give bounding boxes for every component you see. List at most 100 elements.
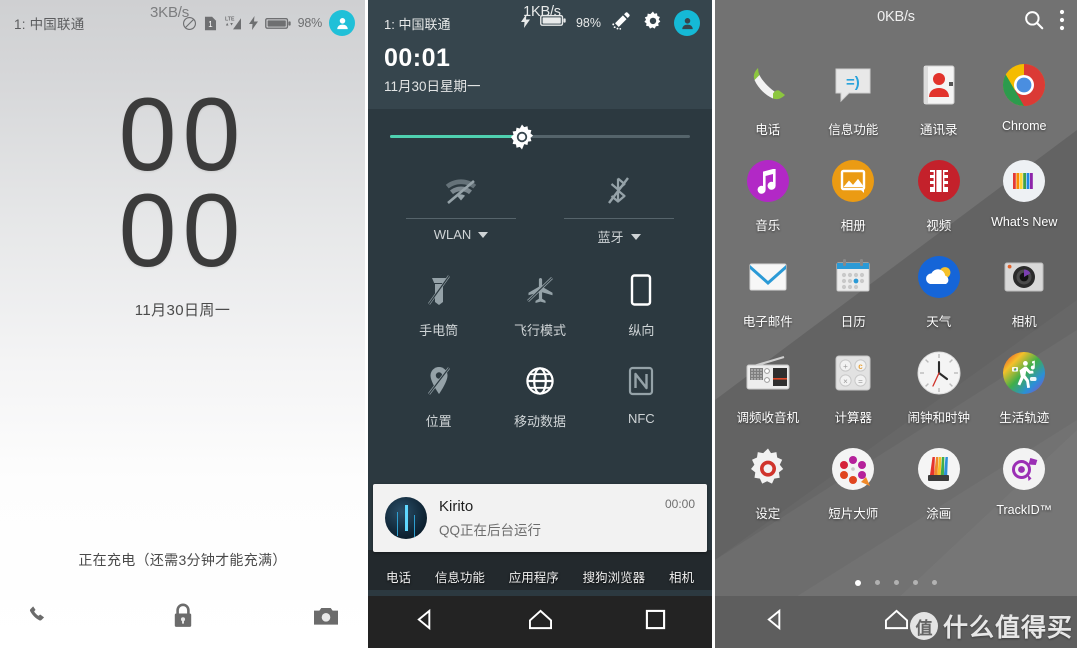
page-dot[interactable] [894, 580, 899, 585]
sketch-icon [896, 442, 982, 496]
toggle-divider [564, 218, 674, 219]
kirito-avatar [385, 497, 427, 539]
notification-card[interactable]: Kirito QQ正在后台运行 00:00 [373, 484, 707, 552]
app-icon-clock[interactable]: 闹钟和时钟 [896, 346, 982, 426]
app-icon-contacts[interactable]: 通讯录 [896, 58, 982, 138]
qs-tile-grid: 手电筒 飞行模式 纵向 位置 移动数据 NFC [382, 270, 698, 430]
qs-toggle-bluetooth[interactable]: 蓝牙 [540, 164, 698, 246]
chevron-down-icon[interactable] [630, 233, 641, 240]
user-avatar-icon[interactable] [329, 10, 355, 36]
battery-percent-label: 98% [297, 16, 323, 30]
contacts-icon [896, 58, 982, 112]
quick-settings-panel: 1: 中国联通 1KB/s 98% 00:01 11月30日星期一 WLAN 蓝… [365, 0, 715, 648]
app-label: 信息功能 [828, 123, 879, 137]
status-icon-group: 1 LTE ▲▼ 98% [182, 10, 355, 36]
notification-subtitle: QQ正在后台运行 [439, 522, 542, 538]
lte-signal-icon: LTE ▲▼ [224, 15, 242, 31]
app-icon-lifelog[interactable]: 生活轨迹 [982, 346, 1068, 426]
home-icon[interactable] [528, 608, 553, 636]
user-avatar-icon[interactable] [674, 10, 700, 36]
gear-icon[interactable] [642, 10, 664, 37]
app-icon-sketch[interactable]: 涂画 [896, 442, 982, 522]
app-label: 日历 [840, 315, 866, 329]
qs-tile-flashlight-label: 手电筒 [419, 323, 459, 338]
recents-icon[interactable] [645, 609, 666, 635]
app-icon-phone[interactable]: 电话 [725, 58, 811, 138]
qs-tile-nfc[interactable]: NFC [591, 361, 692, 430]
dock-item-label[interactable]: 相机 [669, 567, 694, 586]
sim1-icon: 1 [204, 16, 217, 31]
app-icon-trackid[interactable]: TrackID™ [982, 442, 1068, 522]
back-icon[interactable] [414, 608, 437, 636]
qs-date-label: 11月30日星期一 [384, 79, 481, 94]
home-icon[interactable] [884, 608, 909, 636]
chevron-down-icon[interactable] [478, 231, 489, 238]
qs-tile-location[interactable]: 位置 [388, 361, 489, 430]
page-dot[interactable] [932, 580, 937, 585]
pencil-edit-icon[interactable] [611, 10, 632, 36]
app-icon-messaging[interactable]: =) 信息功能 [811, 58, 897, 138]
portrait-icon [591, 270, 692, 310]
app-icon-album[interactable]: 相册 [811, 154, 897, 234]
page-dot[interactable] [913, 580, 918, 585]
app-icon-chrome[interactable]: Chrome [982, 58, 1068, 138]
airplane-off-icon [489, 270, 590, 310]
dock-item-label[interactable]: 电话 [386, 567, 411, 586]
trackid-icon [982, 442, 1068, 496]
weather-icon [896, 250, 982, 304]
calendar-icon [811, 250, 897, 304]
svg-text:×: × [843, 377, 848, 386]
qs-tile-airplane[interactable]: 飞行模式 [489, 270, 590, 339]
bluetooth-off-icon [554, 164, 684, 210]
qs-tile-flashlight[interactable]: 手电筒 [388, 270, 489, 339]
wlan-label-text: WLAN [433, 227, 472, 242]
qs-toggle-wlan[interactable]: WLAN [382, 164, 540, 246]
music-icon [725, 154, 811, 208]
slider-thumb[interactable] [509, 124, 535, 150]
dock-item-label[interactable]: 应用程序 [509, 567, 559, 586]
svg-text:=: = [858, 377, 863, 386]
mobile-data-icon [489, 361, 590, 401]
page-dot[interactable] [875, 580, 880, 585]
app-icon-weather[interactable]: 天气 [896, 250, 982, 330]
app-icon-music[interactable]: 音乐 [725, 154, 811, 234]
qs-tile-orientation[interactable]: 纵向 [591, 270, 692, 339]
app-label: 生活轨迹 [999, 411, 1050, 425]
lock-status-bar: 1: 中国联通 3KB/s 1 LTE ▲▼ 98% [0, 0, 365, 46]
page-indicator-dots [715, 580, 1077, 586]
app-icon-video[interactable]: 视频 [896, 154, 982, 234]
camera-icon[interactable] [313, 605, 339, 632]
lock-screen-panel: 1: 中国联通 3KB/s 1 LTE ▲▼ 98% 00 00 11月30日周… [0, 0, 365, 648]
lock-icon[interactable] [171, 602, 195, 634]
dock-item-label[interactable]: 信息功能 [435, 567, 485, 586]
app-icon-calculator[interactable]: + c × = 计算器 [811, 346, 897, 426]
qs-tile-mobile-data-label: 移动数据 [513, 414, 566, 429]
search-icon[interactable] [1023, 9, 1045, 36]
home-dock-labels: 电话 信息功能 应用程序 搜狗浏览器 相机 [368, 550, 712, 590]
app-icon-fm-radio[interactable]: 调频收音机 [725, 346, 811, 426]
app-label: 闹钟和时钟 [907, 411, 970, 425]
app-label: What's New [991, 215, 1058, 229]
app-icon-whats-new[interactable]: What's New [982, 154, 1068, 234]
slider-track[interactable] [390, 124, 690, 149]
app-label: 电子邮件 [742, 315, 793, 329]
app-icon-camera[interactable]: 相机 [982, 250, 1068, 330]
app-label: 相机 [1011, 315, 1037, 329]
back-icon[interactable] [764, 608, 787, 636]
page-dot[interactable] [855, 580, 861, 586]
app-icon-settings[interactable]: 设定 [725, 442, 811, 522]
phone-icon[interactable] [26, 603, 52, 634]
more-vertical-icon[interactable] [1059, 9, 1065, 36]
qs-tile-mobile-data[interactable]: 移动数据 [489, 361, 590, 430]
screenshot-stage: 1: 中国联通 3KB/s 1 LTE ▲▼ 98% 00 00 11月30日周… [0, 0, 1080, 648]
app-icon-movie-creator[interactable]: 短片大师 [811, 442, 897, 522]
dock-item-label[interactable]: 搜狗浏览器 [583, 567, 646, 586]
email-icon [725, 250, 811, 304]
brightness-slider[interactable] [382, 109, 698, 149]
navigation-bar [368, 596, 712, 648]
messaging-icon: =) [811, 58, 897, 112]
settings-icon [725, 442, 811, 496]
app-icon-calendar[interactable]: 日历 [811, 250, 897, 330]
qs-status-icons: 98% [520, 10, 700, 37]
app-icon-email[interactable]: 电子邮件 [725, 250, 811, 330]
